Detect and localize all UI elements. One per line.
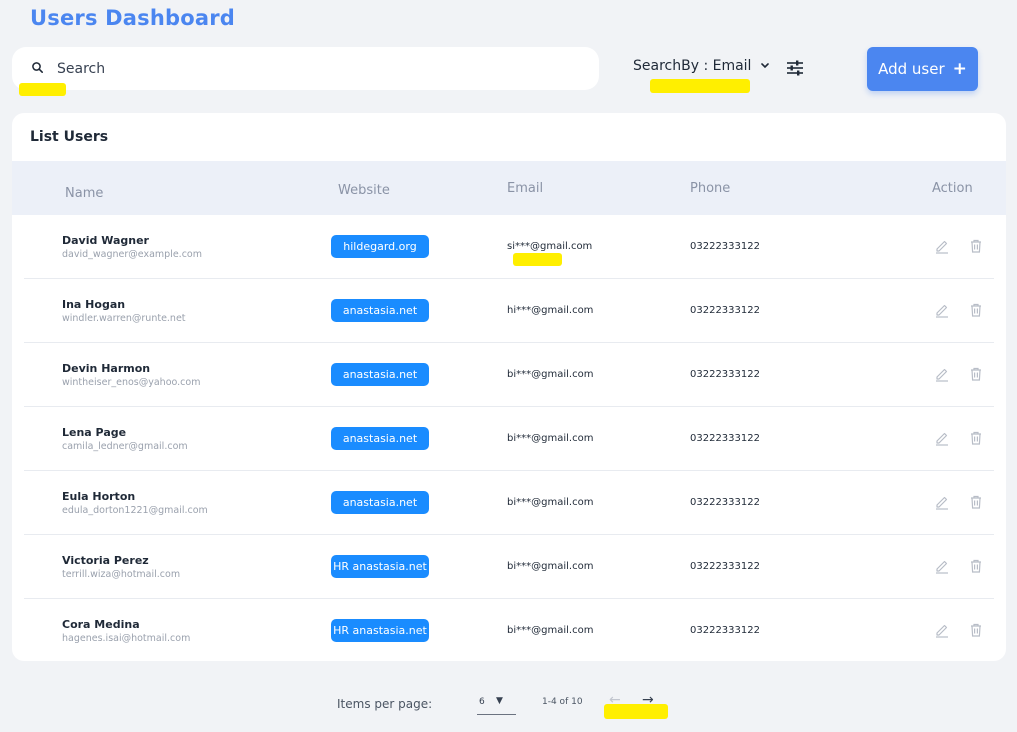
page-title: Users Dashboard [30, 6, 236, 30]
list-title: List Users [30, 129, 109, 145]
highlight-mark [650, 79, 750, 93]
website-badge[interactable]: HR anastasia.net [331, 619, 429, 642]
trash-icon[interactable] [968, 558, 984, 574]
users-list-card: List Users Name Website Email Phone Acti… [12, 113, 1006, 661]
edit-icon[interactable] [934, 366, 950, 382]
phone-cell: 03222333122 [690, 305, 760, 316]
column-header-name: Name [65, 186, 104, 201]
highlight-mark [19, 83, 66, 96]
user-name: Victoria Perez [62, 554, 149, 567]
chevron-down-icon [761, 63, 770, 69]
phone-cell: 03222333122 [690, 433, 760, 444]
user-name: David Wagner [62, 234, 149, 247]
items-per-page-label: Items per page: [337, 697, 433, 711]
user-name: Eula Horton [62, 490, 136, 503]
table-row[interactable]: Devin Harmon wintheiser_enos@yahoo.com a… [24, 343, 994, 407]
column-header-phone: Phone [690, 181, 731, 196]
user-email: terrill.wiza@hotmail.com [62, 569, 181, 580]
edit-icon[interactable] [934, 494, 950, 510]
user-email: hagenes.isai@hotmail.com [62, 633, 191, 644]
add-user-button[interactable]: Add user + [867, 47, 978, 91]
user-name: Cora Medina [62, 618, 140, 631]
user-email: camila_ledner@gmail.com [62, 441, 188, 452]
table-row[interactable]: Victoria Perez terrill.wiza@hotmail.com … [24, 535, 994, 599]
column-header-website: Website [338, 183, 390, 198]
search-by-label: SearchBy : Email [633, 58, 752, 74]
website-badge[interactable]: anastasia.net [331, 427, 429, 450]
trash-icon[interactable] [968, 238, 984, 254]
trash-icon[interactable] [968, 366, 984, 382]
search-bar[interactable] [12, 47, 599, 90]
arrow-right-icon[interactable]: → [642, 692, 654, 708]
email-cell: bi***@gmail.com [507, 497, 594, 508]
table-row[interactable]: Eula Horton edula_dorton1221@gmail.com a… [24, 471, 994, 535]
add-user-label: Add user [878, 60, 945, 78]
table-row[interactable]: David Wagner david_wagner@example.com hi… [24, 215, 994, 279]
per-page-value: 6 [479, 697, 485, 707]
phone-cell: 03222333122 [690, 497, 760, 508]
website-badge[interactable]: anastasia.net [331, 299, 429, 322]
table-header: Name Website Email Phone Action [12, 161, 1006, 215]
column-header-email: Email [507, 181, 544, 196]
search-input[interactable] [57, 58, 577, 80]
user-email: wintheiser_enos@yahoo.com [62, 377, 201, 388]
trash-icon[interactable] [968, 302, 984, 318]
website-badge[interactable]: HR anastasia.net [331, 555, 429, 578]
phone-cell: 03222333122 [690, 241, 760, 252]
email-cell: hi***@gmail.com [507, 305, 594, 316]
edit-icon[interactable] [934, 558, 950, 574]
items-per-page-select[interactable]: 6 ▼ [477, 695, 516, 715]
user-name: Ina Hogan [62, 298, 126, 311]
user-name: Devin Harmon [62, 362, 151, 375]
phone-cell: 03222333122 [690, 561, 760, 572]
email-cell: si***@gmail.com [507, 241, 593, 252]
trash-icon[interactable] [968, 494, 984, 510]
email-cell: bi***@gmail.com [507, 433, 594, 444]
plus-icon: + [952, 59, 967, 79]
user-name: Lena Page [62, 426, 127, 439]
filter-settings-icon[interactable] [785, 58, 805, 78]
caret-down-icon: ▼ [496, 696, 503, 706]
edit-icon[interactable] [934, 238, 950, 254]
edit-icon[interactable] [934, 622, 950, 638]
trash-icon[interactable] [968, 430, 984, 446]
trash-icon[interactable] [968, 622, 984, 638]
phone-cell: 03222333122 [690, 369, 760, 380]
user-email: david_wagner@example.com [62, 249, 202, 260]
edit-icon[interactable] [934, 430, 950, 446]
edit-icon[interactable] [934, 302, 950, 318]
email-cell: bi***@gmail.com [507, 561, 594, 572]
table-row[interactable]: Lena Page camila_ledner@gmail.com anasta… [24, 407, 994, 471]
phone-cell: 03222333122 [690, 625, 760, 636]
website-badge[interactable]: anastasia.net [331, 491, 429, 514]
user-email: edula_dorton1221@gmail.com [62, 505, 208, 516]
page-range: 1-4 of 10 [542, 697, 583, 707]
table-row[interactable]: Cora Medina hagenes.isai@hotmail.com HR … [24, 599, 994, 661]
table-row[interactable]: Ina Hogan windler.warren@runte.net anast… [24, 279, 994, 343]
column-header-action: Action [932, 181, 973, 196]
search-by-dropdown[interactable]: SearchBy : Email [633, 58, 770, 74]
highlight-mark [513, 253, 562, 266]
website-badge[interactable]: anastasia.net [331, 363, 429, 386]
arrow-left-icon[interactable]: ← [609, 692, 621, 708]
search-icon [32, 62, 43, 73]
email-cell: bi***@gmail.com [507, 625, 594, 636]
user-email: windler.warren@runte.net [62, 313, 186, 324]
email-cell: bi***@gmail.com [507, 369, 594, 380]
website-badge[interactable]: hildegard.org [331, 235, 429, 258]
